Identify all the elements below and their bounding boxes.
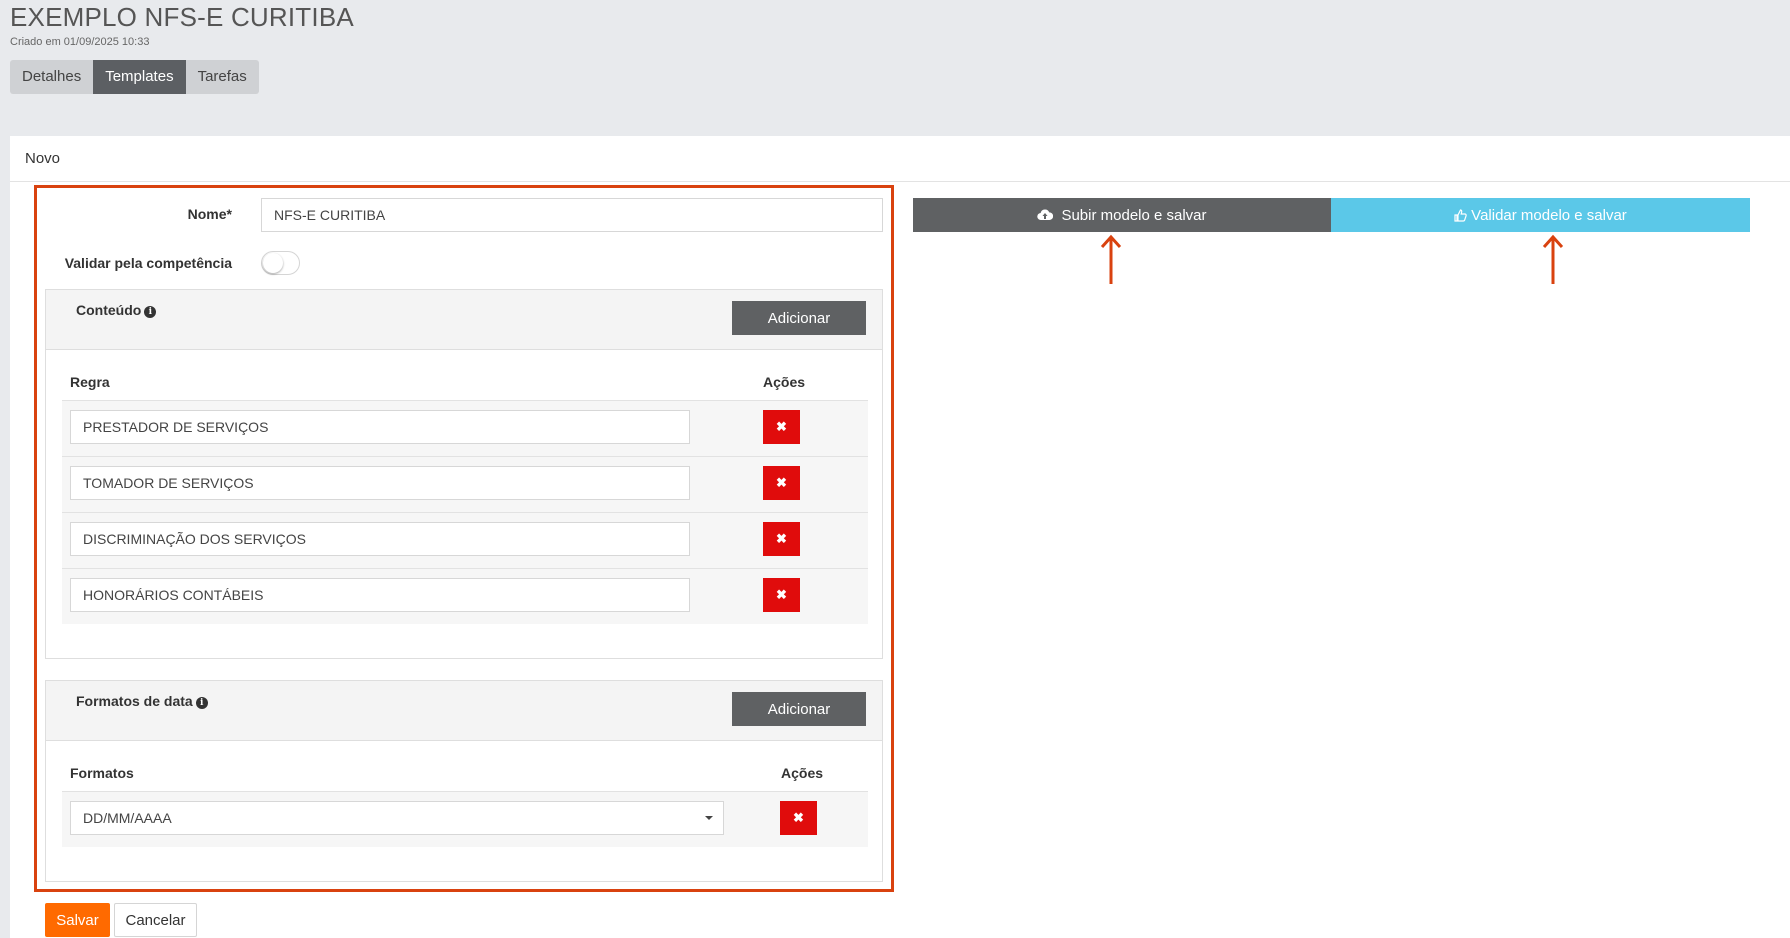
arrow-up-icon xyxy=(1100,234,1122,284)
toggle-knob xyxy=(263,253,283,273)
col-acoes: Ações xyxy=(763,374,806,390)
validate-model-button[interactable]: Validar modelo e salvar xyxy=(1331,198,1750,232)
nome-input[interactable]: NFS-E CURITIBA xyxy=(261,198,883,232)
validar-competencia-label: Validar pela competência xyxy=(64,255,232,271)
formato-select[interactable]: DD/MM/AAAA xyxy=(70,801,724,835)
col-acoes: Ações xyxy=(781,765,824,781)
col-regra: Regra xyxy=(70,374,110,390)
table-row: HONORÁRIOS CONTÁBEIS ✖ xyxy=(62,568,868,624)
conteudo-header: Conteúdo i Adicionar xyxy=(46,290,882,350)
formatos-header: Formatos de data i Adicionar xyxy=(46,681,882,741)
table-row: PRESTADOR DE SERVIÇOS ✖ xyxy=(62,400,868,456)
cloud-upload-icon xyxy=(1037,209,1054,221)
close-icon: ✖ xyxy=(776,419,787,434)
tab-templates[interactable]: Templates xyxy=(93,60,186,94)
arrow-up-icon xyxy=(1542,234,1564,284)
formatos-title: Formatos de data i xyxy=(76,693,208,709)
upload-model-label: Subir modelo e salvar xyxy=(1061,206,1207,224)
nome-label: Nome* xyxy=(187,206,232,222)
table-row: DISCRIMINAÇÃO DOS SERVIÇOS ✖ xyxy=(62,512,868,568)
col-formatos: Formatos xyxy=(70,765,134,781)
page-subtitle: Criado em 01/09/2025 10:33 xyxy=(10,36,150,48)
validar-competencia-toggle[interactable] xyxy=(261,251,300,275)
info-icon[interactable]: i xyxy=(195,697,208,709)
caret-down-icon xyxy=(705,816,713,820)
thumbs-up-icon xyxy=(1454,208,1467,222)
conteudo-add-button[interactable]: Adicionar xyxy=(732,301,866,335)
close-icon: ✖ xyxy=(776,587,787,602)
formato-select-value: DD/MM/AAAA xyxy=(83,810,172,826)
delete-button[interactable]: ✖ xyxy=(763,410,800,444)
save-button[interactable]: Salvar xyxy=(45,903,110,937)
regra-input[interactable]: TOMADOR DE SERVIÇOS xyxy=(70,466,690,500)
close-icon: ✖ xyxy=(776,531,787,546)
table-row: DD/MM/AAAA ✖ xyxy=(62,791,868,847)
close-icon: ✖ xyxy=(776,475,787,490)
formatos-add-button[interactable]: Adicionar xyxy=(732,692,866,726)
regra-input[interactable]: PRESTADOR DE SERVIÇOS xyxy=(70,410,690,444)
upload-model-button[interactable]: Subir modelo e salvar xyxy=(913,198,1331,232)
tab-detalhes[interactable]: Detalhes xyxy=(10,60,94,94)
conteudo-section: Conteúdo i Adicionar Regra Ações PRESTADO… xyxy=(45,289,883,659)
delete-button[interactable]: ✖ xyxy=(763,466,800,500)
formatos-section: Formatos de data i Adicionar Formatos Açõ… xyxy=(45,680,883,882)
delete-button[interactable]: ✖ xyxy=(763,522,800,556)
cancel-button[interactable]: Cancelar xyxy=(114,903,197,937)
delete-button[interactable]: ✖ xyxy=(763,578,800,612)
table-row: TOMADOR DE SERVIÇOS ✖ xyxy=(62,456,868,512)
formatos-title-text: Formatos de data xyxy=(76,693,193,709)
page-title: EXEMPLO NFS-E CURITIBA xyxy=(10,2,354,32)
panel-title: Novo xyxy=(10,136,1790,182)
tab-tarefas[interactable]: Tarefas xyxy=(185,60,259,94)
conteudo-title: Conteúdo i xyxy=(76,302,157,318)
regra-input[interactable]: DISCRIMINAÇÃO DOS SERVIÇOS xyxy=(70,522,690,556)
tab-bar: Detalhes Templates Tarefas xyxy=(10,60,259,94)
validate-model-label: Validar modelo e salvar xyxy=(1471,206,1627,224)
close-icon: ✖ xyxy=(793,810,804,825)
info-icon[interactable]: i xyxy=(144,306,157,318)
regra-input[interactable]: HONORÁRIOS CONTÁBEIS xyxy=(70,578,690,612)
conteudo-title-text: Conteúdo xyxy=(76,302,142,318)
delete-button[interactable]: ✖ xyxy=(780,801,817,835)
